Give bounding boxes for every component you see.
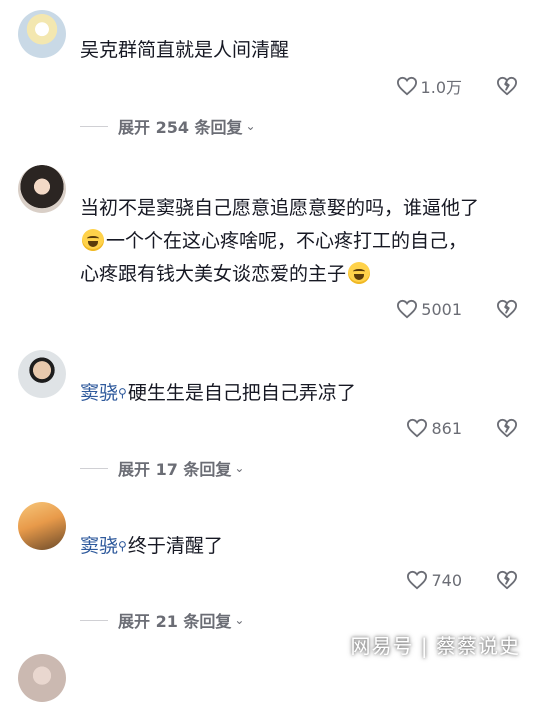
like-button[interactable]: 1.0万 xyxy=(396,74,462,98)
like-count: 5001 xyxy=(421,299,462,319)
heart-outline-icon xyxy=(396,76,417,96)
comment-text-fragment: 一个个在这心疼啥呢，不心疼打工的自己， xyxy=(106,230,468,252)
comment-text: 吴克群简直就是人间清醒 xyxy=(80,39,290,61)
grinning-sweat-emoji-icon xyxy=(348,262,371,284)
chevron-down-icon: ⌄ xyxy=(234,613,245,627)
divider xyxy=(80,619,108,621)
comment-text-line-1: 当初不是窦骁自己愿意追愿意娶的吗，谁逼他了 xyxy=(80,197,480,219)
replies-label: 展开 17 条回复 xyxy=(118,460,232,479)
like-button[interactable]: 5001 xyxy=(396,299,462,319)
comment-text-fragment: 心疼跟有钱大美女谈恋爱的主子 xyxy=(80,263,347,285)
broken-heart-icon xyxy=(496,299,517,319)
mention-name[interactable]: 窦骁 xyxy=(80,382,118,404)
expand-replies-button[interactable]: 展开 21 条回复 ⌄ xyxy=(80,608,244,632)
expand-replies-button[interactable]: 展开 254 条回复 ⌄ xyxy=(80,114,256,138)
chevron-down-icon: ⌄ xyxy=(234,461,245,475)
replies-label: 展开 254 条回复 xyxy=(118,118,243,137)
comment-actions: 1.0万 xyxy=(396,74,518,98)
comment-text: 窦骁⚲硬生生是自己把自己弄凉了 xyxy=(80,377,518,410)
dislike-button[interactable] xyxy=(496,418,518,438)
comment-text-line-2: 一个个在这心疼啥呢，不心疼打工的自己， xyxy=(80,225,518,258)
mention-name[interactable]: 窦骁 xyxy=(80,535,118,557)
avatar[interactable] xyxy=(18,502,66,550)
dislike-button[interactable] xyxy=(496,570,518,590)
search-icon[interactable]: ⚲ xyxy=(118,386,127,400)
like-button[interactable]: 861 xyxy=(406,418,462,438)
comment-actions: 740 xyxy=(406,568,518,592)
divider xyxy=(80,125,108,127)
comment-actions: 861 xyxy=(406,416,518,440)
comment-text-body: 硬生生是自己把自己弄凉了 xyxy=(127,382,356,404)
replies-label: 展开 21 条回复 xyxy=(118,612,232,631)
comment-text-line-3: 心疼跟有钱大美女谈恋爱的主子 xyxy=(80,258,518,291)
comment-actions: 5001 xyxy=(396,297,518,321)
chevron-down-icon: ⌄ xyxy=(245,119,256,133)
comment-text: 窦骁⚲终于清醒了 xyxy=(80,530,518,563)
broken-heart-icon xyxy=(496,418,517,438)
like-button[interactable]: 740 xyxy=(406,570,462,590)
comment-text-body: 终于清醒了 xyxy=(127,535,223,557)
avatar[interactable] xyxy=(18,10,66,58)
heart-outline-icon xyxy=(407,418,428,438)
dislike-button[interactable] xyxy=(496,76,518,96)
grinning-sweat-emoji-icon xyxy=(82,229,104,251)
dislike-button[interactable] xyxy=(496,299,518,319)
expand-replies-button[interactable]: 展开 17 条回复 ⌄ xyxy=(80,456,244,480)
divider xyxy=(80,467,108,469)
avatar[interactable] xyxy=(18,165,66,213)
heart-outline-icon xyxy=(407,570,428,590)
avatar[interactable] xyxy=(18,654,66,702)
avatar[interactable] xyxy=(18,350,66,398)
heart-outline-icon xyxy=(397,299,418,319)
like-count: 740 xyxy=(431,570,462,590)
watermark: 网易号 | 蔡蔡说史 xyxy=(350,634,520,658)
broken-heart-icon xyxy=(496,76,517,96)
broken-heart-icon xyxy=(496,570,517,590)
search-icon[interactable]: ⚲ xyxy=(118,539,127,553)
like-count: 861 xyxy=(431,418,462,438)
like-count: 1.0万 xyxy=(420,78,462,97)
